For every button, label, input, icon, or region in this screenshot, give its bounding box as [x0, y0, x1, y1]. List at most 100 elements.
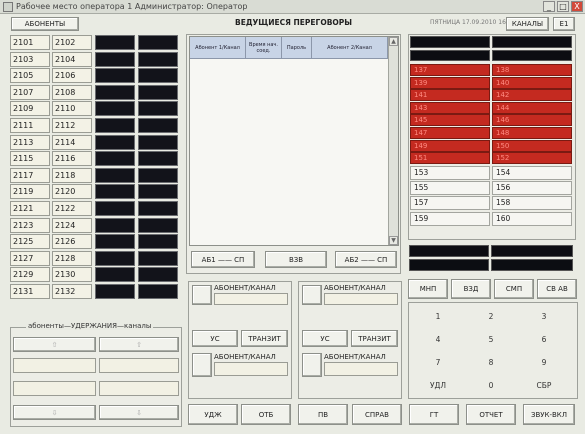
otb-button[interactable]: ОТБ: [241, 404, 291, 425]
subscriber-cell[interactable]: 2111: [10, 118, 50, 133]
right-us-button[interactable]: УС: [302, 330, 348, 347]
udzh-button[interactable]: УДЖ: [188, 404, 238, 425]
subscriber-cell[interactable]: 2112: [52, 118, 92, 133]
keypad-key[interactable]: 3: [519, 307, 569, 326]
keypad-key[interactable]: 8: [466, 353, 516, 372]
maximize-button[interactable]: □: [557, 1, 569, 12]
ab2-to-sp-button[interactable]: АБ2 —— СП: [335, 251, 397, 268]
subscriber-cell[interactable]: 2123: [10, 217, 50, 233]
subscriber-cell[interactable]: 2114: [52, 134, 92, 150]
left-us-button[interactable]: УС: [192, 330, 238, 347]
keypad-key[interactable]: 4: [413, 330, 463, 349]
pv-button[interactable]: ПВ: [298, 404, 348, 425]
subscriber-cell[interactable]: 2124: [52, 217, 92, 233]
hold-subscriber-down-button[interactable]: ⇩: [13, 405, 96, 420]
channels-button[interactable]: КАНАЛЫ: [506, 17, 549, 31]
hold-subscriber-up-button[interactable]: ⇧: [13, 337, 96, 352]
channel-cell-busy[interactable]: 150: [492, 139, 572, 152]
channel-cell-free[interactable]: 157: [410, 196, 490, 211]
left-ab-bottom-select[interactable]: [192, 353, 212, 377]
keypad-key[interactable]: 2: [466, 307, 516, 326]
subscriber-cell[interactable]: 2102: [52, 35, 92, 50]
keypad-key[interactable]: 0: [466, 376, 516, 395]
column-header-password[interactable]: Пароль: [282, 37, 312, 59]
right-ab-top-select[interactable]: [302, 285, 322, 305]
subscriber-cell[interactable]: 2105: [10, 68, 50, 84]
keypad-key[interactable]: СБР: [519, 376, 569, 395]
talks-list[interactable]: Абонент 1/Канал Время нач. соед. Пароль …: [189, 36, 399, 246]
sv-av-button[interactable]: СВ АВ: [537, 279, 577, 299]
ab1-to-sp-button[interactable]: АБ1 —— СП: [191, 251, 255, 268]
subscriber-cell[interactable]: 2104: [52, 51, 92, 67]
subscriber-cell[interactable]: 2131: [10, 284, 50, 299]
channel-cell-free[interactable]: 154: [492, 166, 572, 180]
scroll-down-icon[interactable]: ▼: [389, 236, 398, 245]
column-header-subscriber2[interactable]: Абонент 2/Канал: [312, 37, 388, 59]
vzv-button[interactable]: ВЗВ: [265, 251, 327, 268]
keypad-key[interactable]: УДЛ: [413, 376, 463, 395]
channel-cell-busy[interactable]: 141: [410, 89, 490, 102]
subscriber-cell[interactable]: 2119: [10, 184, 50, 200]
sound-on-button[interactable]: ЗВУК-ВКЛ: [523, 404, 575, 425]
keypad-key[interactable]: 6: [519, 330, 569, 349]
subscriber-cell[interactable]: 2128: [52, 250, 92, 266]
column-header-start-time[interactable]: Время нач. соед.: [246, 37, 282, 59]
subscriber-cell[interactable]: 2122: [52, 201, 92, 216]
hold-subscriber-slot-2[interactable]: [13, 381, 96, 396]
channel-cell-busy[interactable]: 147: [410, 127, 490, 139]
subscriber-cell[interactable]: 2115: [10, 151, 50, 167]
channel-cell-busy[interactable]: 144: [492, 101, 572, 114]
subscriber-cell[interactable]: 2118: [52, 167, 92, 183]
left-ab-top-select[interactable]: [192, 285, 212, 305]
hold-channel-down-button[interactable]: ⇩: [99, 405, 179, 420]
column-header-subscriber1[interactable]: Абонент 1/Канал: [190, 37, 246, 59]
smp-button[interactable]: СМП: [494, 279, 534, 299]
close-button[interactable]: X: [571, 1, 583, 12]
minimize-button[interactable]: _: [543, 1, 555, 12]
keypad-key[interactable]: 9: [519, 353, 569, 372]
subscriber-cell[interactable]: 2116: [52, 151, 92, 167]
channel-cell-free[interactable]: 160: [492, 211, 572, 226]
right-transit-button[interactable]: ТРАНЗИТ: [351, 330, 398, 347]
channel-cell-busy[interactable]: 139: [410, 76, 490, 89]
channel-cell-free[interactable]: 156: [492, 181, 572, 196]
channel-cell-busy[interactable]: 152: [492, 152, 572, 165]
channel-cell-busy[interactable]: 142: [492, 89, 572, 102]
channel-cell-free[interactable]: 158: [492, 196, 572, 211]
subscriber-cell[interactable]: 2109: [10, 101, 50, 117]
talks-scrollbar[interactable]: ▲ ▼: [388, 37, 398, 245]
channel-cell-free[interactable]: 153: [410, 166, 490, 180]
sprav-button[interactable]: СПРАВ: [352, 404, 402, 425]
keypad-key[interactable]: 1: [413, 307, 463, 326]
subscriber-cell[interactable]: 2107: [10, 84, 50, 100]
vzd-button[interactable]: ВЗД: [451, 279, 491, 299]
mnp-button[interactable]: МНП: [408, 279, 448, 299]
subscriber-cell[interactable]: 2129: [10, 267, 50, 283]
subscriber-cell[interactable]: 2101: [10, 35, 50, 50]
left-transit-button[interactable]: ТРАНЗИТ: [241, 330, 288, 347]
subscriber-cell[interactable]: 2121: [10, 201, 50, 216]
subscribers-button[interactable]: АБОНЕНТЫ: [11, 17, 79, 31]
channel-cell-busy[interactable]: 138: [492, 64, 572, 76]
subscriber-cell[interactable]: 2103: [10, 51, 50, 67]
subscriber-cell[interactable]: 2113: [10, 134, 50, 150]
channel-cell-busy[interactable]: 151: [410, 152, 490, 165]
hold-channel-slot-1[interactable]: [99, 358, 179, 373]
hold-channel-slot-2[interactable]: [99, 381, 179, 396]
hold-channel-up-button[interactable]: ⇧: [99, 337, 179, 352]
channel-cell-busy[interactable]: 149: [410, 139, 490, 152]
scroll-up-icon[interactable]: ▲: [389, 37, 398, 46]
channel-cell-busy[interactable]: 146: [492, 114, 572, 127]
report-button[interactable]: ОТЧЕТ: [466, 404, 516, 425]
e1-button[interactable]: Е1: [553, 17, 575, 31]
subscriber-cell[interactable]: 2117: [10, 167, 50, 183]
subscriber-cell[interactable]: 2106: [52, 68, 92, 84]
subscriber-cell[interactable]: 2125: [10, 234, 50, 250]
subscriber-cell[interactable]: 2130: [52, 267, 92, 283]
channel-cell-busy[interactable]: 148: [492, 127, 572, 139]
subscriber-cell[interactable]: 2108: [52, 84, 92, 100]
channel-cell-busy[interactable]: 143: [410, 101, 490, 114]
right-ab-bottom-select[interactable]: [302, 353, 322, 377]
keypad-key[interactable]: 7: [413, 353, 463, 372]
subscriber-cell[interactable]: 2127: [10, 250, 50, 266]
